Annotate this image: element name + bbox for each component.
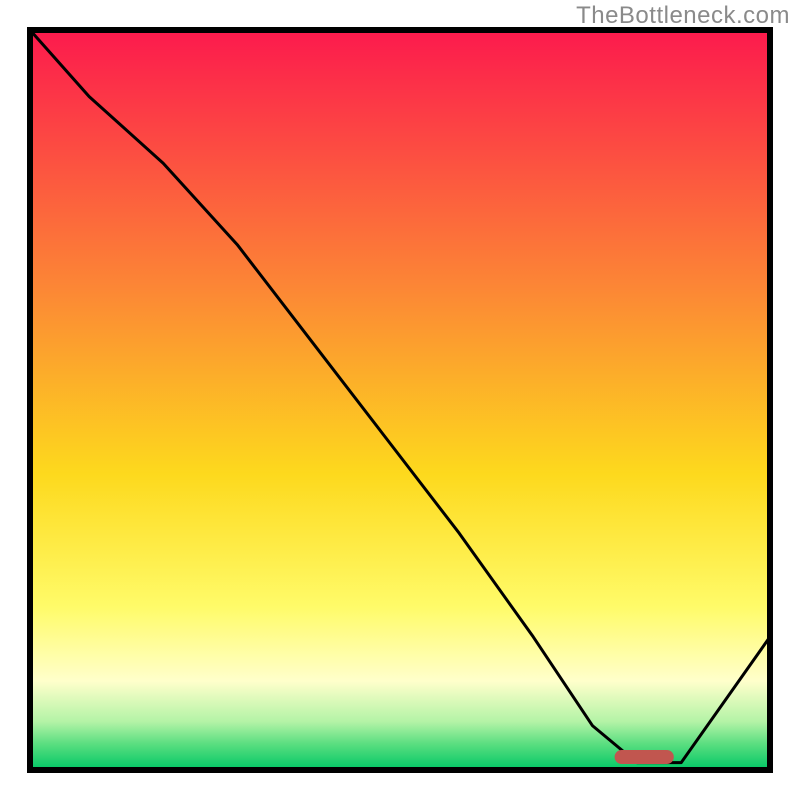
watermark-label: TheBottleneck.com [576,2,790,30]
optimal-range-marker [615,750,674,764]
plot-background [30,30,770,770]
chart-frame: TheBottleneck.com [0,0,800,800]
bottleneck-chart [0,0,800,800]
